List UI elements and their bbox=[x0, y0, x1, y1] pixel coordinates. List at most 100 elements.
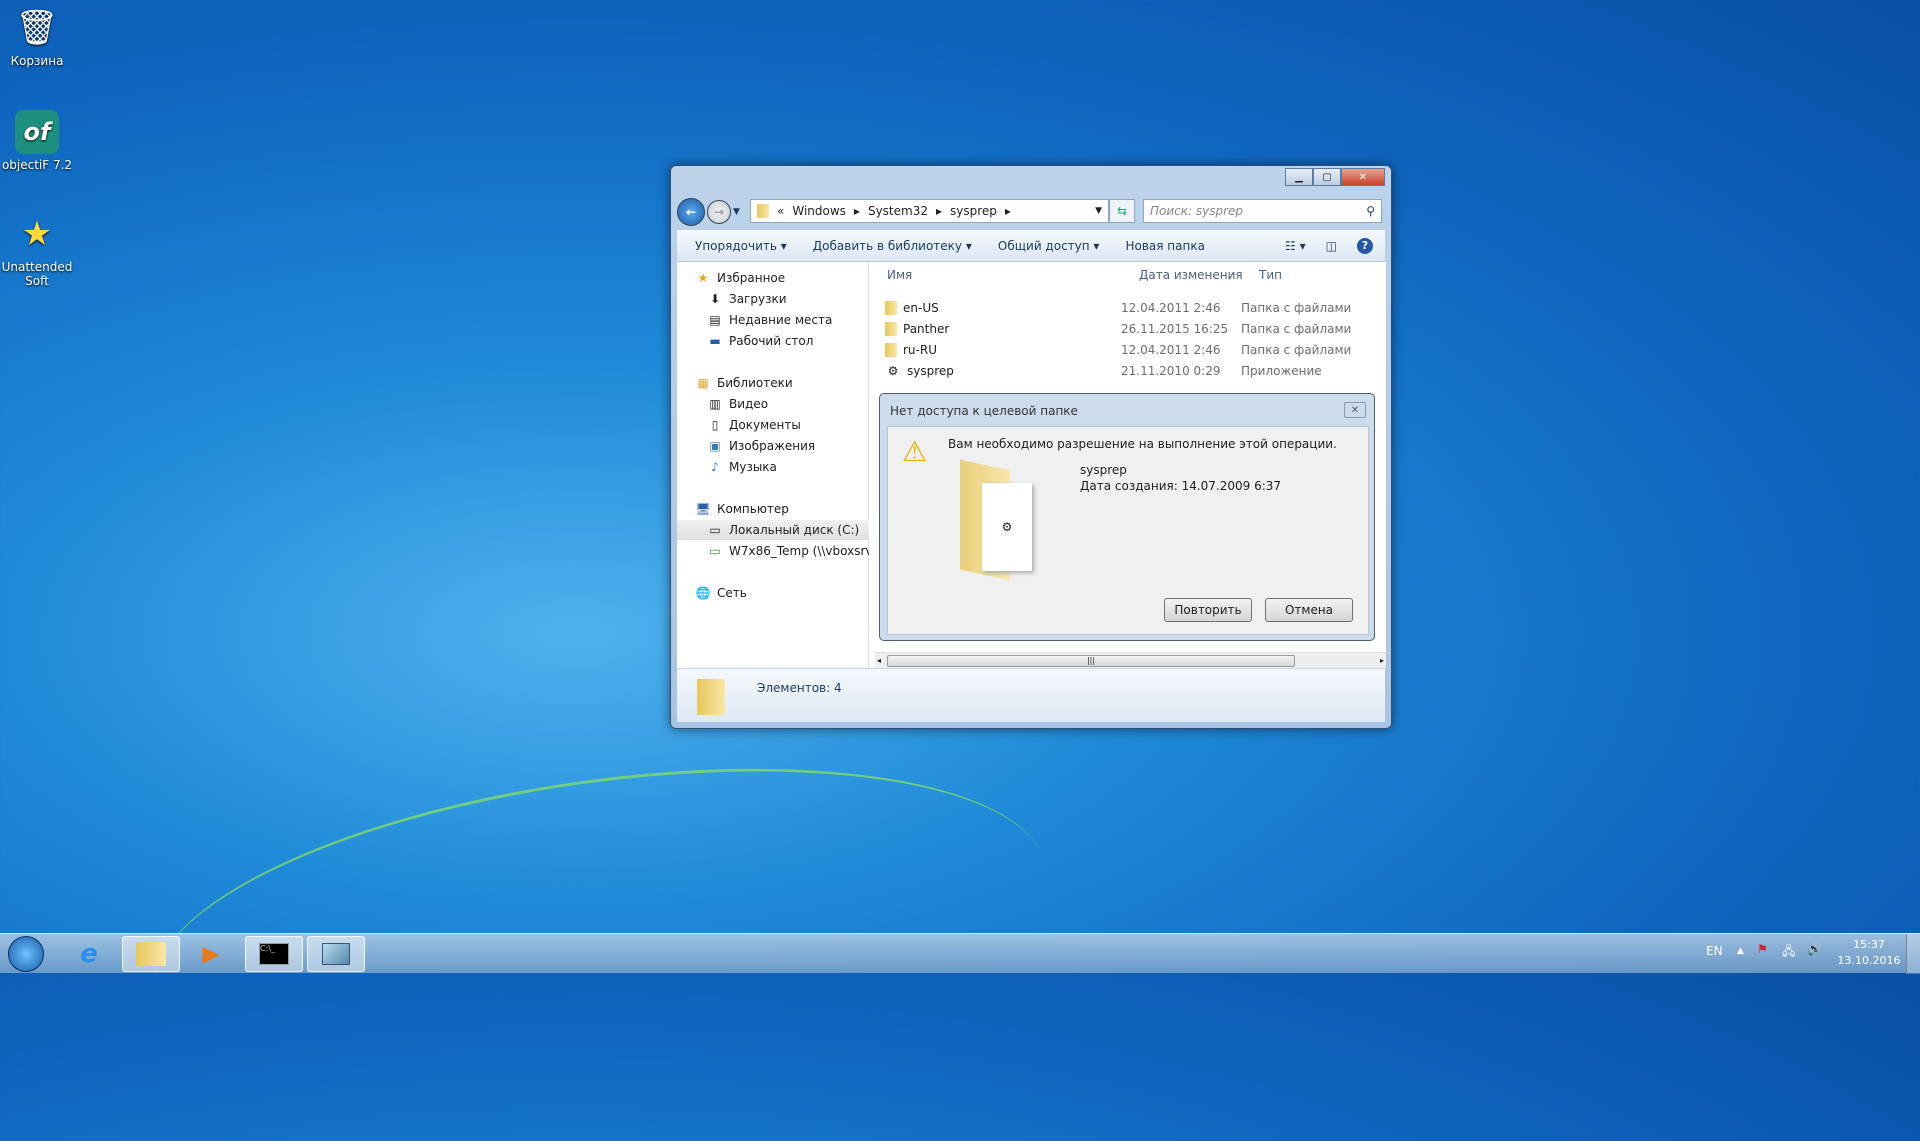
time: 15:37 bbox=[1853, 938, 1885, 951]
network-status-icon[interactable]: 🖧 bbox=[1782, 942, 1795, 963]
view-options-icon[interactable]: ☷ ▾ bbox=[1285, 239, 1306, 253]
nav-music[interactable]: ♪ Музыка bbox=[707, 457, 777, 477]
volume-icon[interactable]: 🔊 bbox=[1807, 942, 1822, 956]
file-row[interactable]: en-US 12.04.2011 2:46 Папка с файлами bbox=[885, 298, 1385, 318]
nav-computer[interactable]: 🖥 Компьютер bbox=[695, 499, 789, 519]
refresh-button[interactable]: ⇆ bbox=[1109, 199, 1135, 223]
music-icon: ♪ bbox=[711, 460, 719, 474]
nav-recent-places[interactable]: ▤ Недавние места bbox=[707, 310, 832, 330]
breadcrumb-overflow[interactable]: « bbox=[777, 204, 784, 218]
preview-pane-icon[interactable]: ◫ bbox=[1326, 239, 1337, 253]
file-row[interactable]: ⚙ sysprep 21.11.2010 0:29 Приложение bbox=[885, 361, 1385, 381]
navigation-pane: ★ Избранное ⬇ Загрузки ▤ Недавние места ▬ Ра… bbox=[677, 262, 886, 668]
organize-button[interactable]: Упорядочить ▾ bbox=[695, 239, 787, 253]
start-button[interactable] bbox=[8, 936, 44, 972]
column-date[interactable]: Дата изменения bbox=[1139, 268, 1243, 282]
details-pane: Элементов: 4 bbox=[677, 668, 1385, 722]
breadcrumb-sysprep[interactable]: sysprep bbox=[950, 204, 997, 218]
back-button[interactable]: ← bbox=[677, 198, 705, 226]
command-prompt-icon: C:\_ bbox=[259, 943, 289, 965]
column-type[interactable]: Тип bbox=[1259, 268, 1282, 282]
horizontal-scrollbar[interactable]: ◂ ||| ▸ bbox=[875, 652, 1386, 668]
breadcrumb-windows[interactable]: Windows bbox=[792, 204, 846, 218]
dialog-close-button[interactable]: ✕ bbox=[1344, 402, 1366, 418]
item-count: Элементов: 4 bbox=[757, 681, 842, 695]
language-indicator[interactable]: EN bbox=[1706, 944, 1723, 958]
close-button[interactable]: ✕ bbox=[1341, 168, 1385, 186]
taskbar-media-player[interactable]: ▶ bbox=[182, 936, 240, 972]
taskbar-app[interactable] bbox=[307, 936, 365, 972]
forward-button[interactable]: → bbox=[707, 200, 731, 224]
folder-icon bbox=[885, 322, 897, 336]
recent-pages-dropdown[interactable]: ▼ bbox=[733, 207, 740, 217]
new-folder-button[interactable]: Новая папка bbox=[1125, 239, 1204, 253]
retry-button[interactable]: Повторить bbox=[1164, 598, 1252, 622]
documents-icon: ▯ bbox=[711, 418, 719, 432]
maximize-button[interactable]: ▢ bbox=[1313, 168, 1341, 186]
nav-desktop[interactable]: ▬ Рабочий стол bbox=[707, 331, 813, 351]
show-desktop-button[interactable] bbox=[1906, 934, 1920, 974]
window-icon bbox=[322, 943, 350, 965]
recent-places-icon: ▤ bbox=[709, 313, 721, 327]
file-row[interactable]: Panther 26.11.2015 16:25 Папка с файлами bbox=[885, 319, 1385, 339]
taskbar: e ▶ C:\_ EN ▲ ⚑ 🖧 🔊 15:37 13.10.2016 bbox=[0, 933, 1920, 974]
column-name[interactable]: Имя bbox=[887, 268, 912, 282]
desktop-icon-recycle-bin[interactable]: 🗑 Корзина bbox=[0, 6, 77, 68]
folder-icon bbox=[885, 343, 897, 357]
taskbar-command-prompt[interactable]: C:\_ bbox=[245, 936, 303, 972]
date: 13.10.2016 bbox=[1837, 954, 1901, 967]
downloads-icon: ⬇ bbox=[709, 292, 721, 306]
nav-images[interactable]: ▣ Изображения bbox=[707, 436, 815, 456]
address-dropdown[interactable]: ▼ bbox=[1095, 206, 1102, 216]
nav-downloads[interactable]: ⬇ Загрузки bbox=[707, 289, 787, 309]
nav-libraries[interactable]: ▦ Библиотеки bbox=[695, 373, 792, 393]
images-icon: ▣ bbox=[709, 439, 721, 453]
search-input[interactable]: Поиск: sysprep ⚲ bbox=[1143, 199, 1382, 223]
drive-icon: ▭ bbox=[709, 523, 721, 537]
file-row[interactable]: ru-RU 12.04.2011 2:46 Папка с файлами bbox=[885, 340, 1385, 360]
clock[interactable]: 15:37 13.10.2016 bbox=[1836, 937, 1902, 969]
address-bar[interactable]: « Windows ▸ System32 ▸ sysprep ▸ ▼ bbox=[750, 199, 1109, 223]
nav-documents[interactable]: ▯ Документы bbox=[707, 415, 801, 435]
wallpaper-swoosh bbox=[133, 718, 1067, 1141]
objectif-icon: of bbox=[15, 110, 59, 154]
access-denied-dialog: Нет доступа к целевой папке ✕ ⚠ Вам необ… bbox=[879, 393, 1375, 641]
desktop-icon-unattended-soft[interactable]: ★ Unattended Soft bbox=[0, 212, 77, 288]
nav-network-drive[interactable]: ▭ W7x86_Temp (\\vboxsrv) ( bbox=[707, 541, 885, 561]
warning-icon: ⚠ bbox=[902, 435, 928, 468]
dialog-title: Нет доступа к целевой папке bbox=[890, 404, 1078, 418]
application-icon: ⚙ bbox=[887, 364, 899, 378]
dialog-message: Вам необходимо разрешение на выполнение … bbox=[948, 437, 1337, 451]
cancel-button[interactable]: Отмена bbox=[1265, 598, 1353, 622]
taskbar-internet-explorer[interactable]: e bbox=[60, 936, 118, 972]
action-center-icon[interactable]: ⚑ bbox=[1757, 942, 1768, 956]
breadcrumb-system32[interactable]: System32 bbox=[868, 204, 928, 218]
computer-icon: 🖥 bbox=[695, 502, 711, 516]
libraries-icon: ▦ bbox=[697, 376, 709, 390]
folder-preview-icon: ⚙ bbox=[960, 459, 1040, 581]
minimize-button[interactable]: ▁ bbox=[1285, 168, 1313, 186]
nav-local-disk[interactable]: ▭ Локальный диск (C:) bbox=[677, 520, 869, 540]
folder-icon bbox=[697, 679, 725, 715]
folder-icon bbox=[757, 204, 769, 218]
command-bar: Упорядочить ▾ Добавить в библиотеку ▾ Об… bbox=[677, 230, 1385, 262]
show-hidden-icons[interactable]: ▲ bbox=[1737, 946, 1744, 956]
add-to-library-button[interactable]: Добавить в библиотеку ▾ bbox=[813, 239, 972, 253]
desktop-icon-objectif[interactable]: of objectiF 7.2 bbox=[0, 110, 77, 172]
network-icon: 🌐 bbox=[695, 586, 711, 600]
item-name: sysprep bbox=[1080, 463, 1127, 477]
scrollbar-thumb[interactable]: ||| bbox=[887, 655, 1295, 667]
nav-favorites[interactable]: ★ Избранное bbox=[695, 268, 786, 288]
taskbar-explorer[interactable] bbox=[122, 936, 180, 972]
folder-icon bbox=[885, 301, 897, 315]
media-player-icon: ▶ bbox=[202, 941, 220, 967]
share-button[interactable]: Общий доступ ▾ bbox=[998, 239, 1100, 253]
nav-video[interactable]: ▥ Видео bbox=[707, 394, 768, 414]
nav-network[interactable]: 🌐 Сеть bbox=[695, 583, 747, 603]
star-icon: ★ bbox=[21, 214, 53, 254]
recycle-bin-icon: 🗑 bbox=[15, 8, 59, 48]
help-icon[interactable]: ? bbox=[1357, 237, 1373, 254]
internet-explorer-icon: e bbox=[80, 939, 98, 969]
network-drive-icon: ▭ bbox=[709, 544, 721, 558]
item-created-date: Дата создания: 14.07.2009 6:37 bbox=[1080, 479, 1282, 493]
